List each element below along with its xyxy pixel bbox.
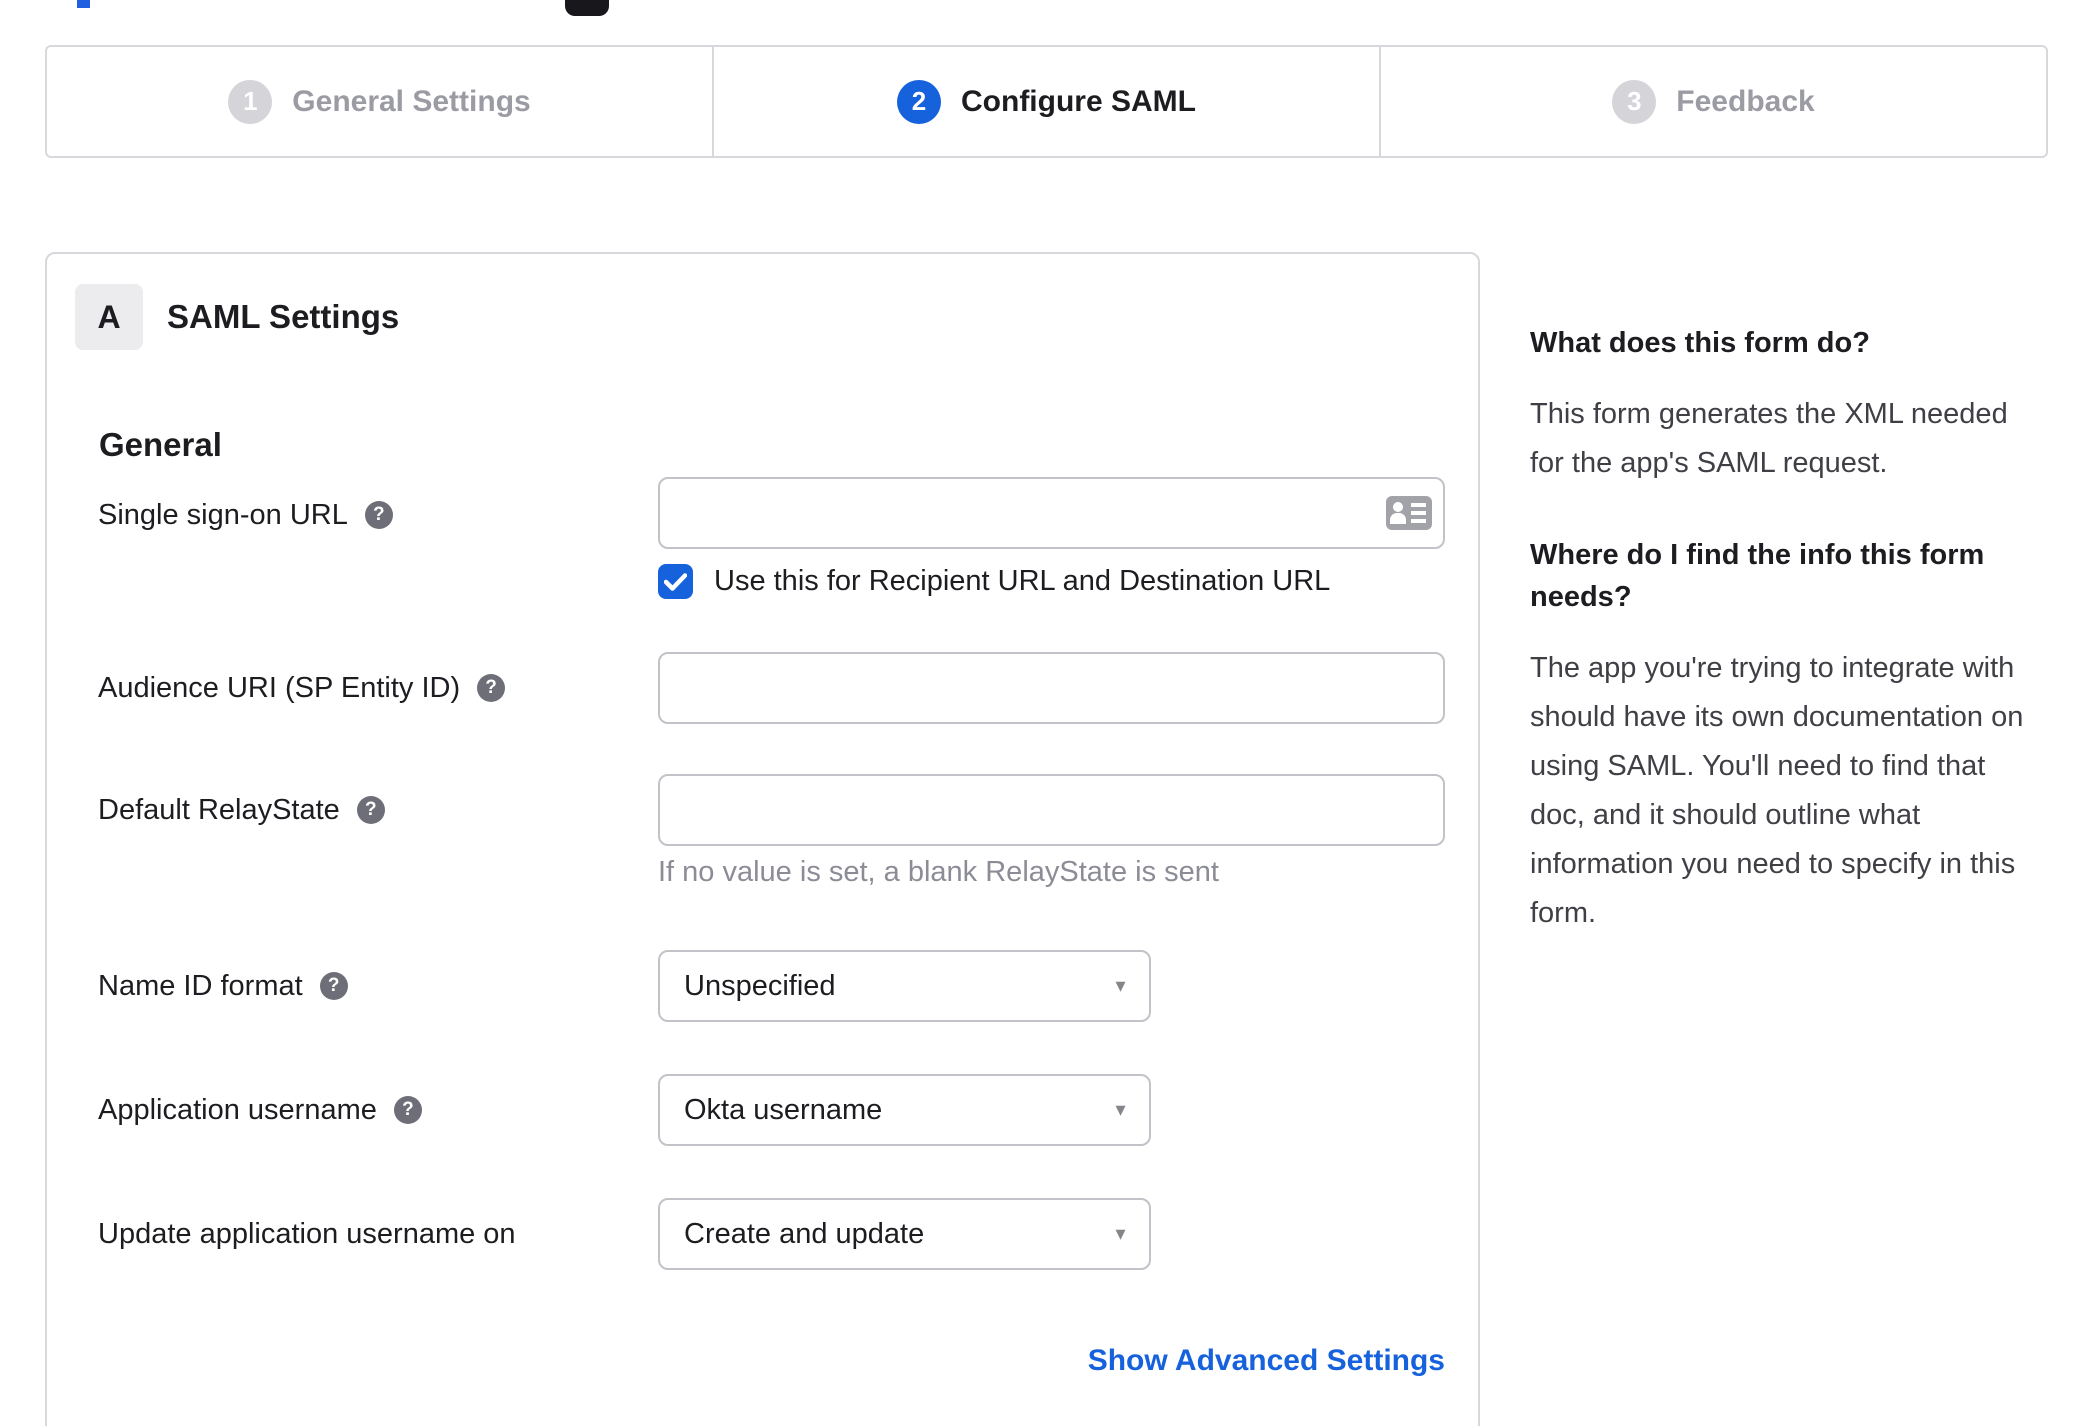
step-label: General Settings	[292, 84, 531, 118]
application-username-label: Application username ?	[98, 1088, 422, 1132]
field-label-text: Application username	[98, 1093, 377, 1126]
step-feedback[interactable]: 3 Feedback	[1379, 47, 2046, 156]
contact-card-icon[interactable]	[1386, 496, 1432, 530]
update-application-username-label: Update application username on	[98, 1212, 516, 1256]
help-sidebar: What does this form do? This form genera…	[1530, 322, 2044, 984]
contact-card-line	[1411, 519, 1426, 523]
use-for-recipient-label: Use this for Recipient URL and Destinati…	[714, 565, 1331, 597]
saml-settings-card: A SAML Settings General Single sign-on U…	[45, 252, 1480, 1426]
step-label: Configure SAML	[961, 84, 1196, 118]
contact-card-body	[1390, 513, 1406, 524]
section-a-badge: A	[75, 284, 143, 350]
chevron-down-icon: ▼	[1112, 1100, 1129, 1120]
checkmark-icon	[664, 572, 687, 591]
audience-uri-input[interactable]	[658, 652, 1445, 724]
update-application-username-select[interactable]: Create and update ▼	[658, 1198, 1151, 1270]
selected-value: Okta username	[684, 1093, 883, 1126]
field-label-text: Default RelayState	[98, 793, 340, 826]
field-label-text: Audience URI (SP Entity ID)	[98, 671, 461, 704]
clipped-header-fragment	[77, 0, 90, 8]
help-icon[interactable]: ?	[477, 674, 506, 702]
single-sign-on-url-input[interactable]	[658, 477, 1445, 549]
help-icon[interactable]: ?	[364, 501, 393, 529]
step-configure-saml[interactable]: 2 Configure SAML	[712, 47, 1379, 156]
field-label-text: Name ID format	[98, 969, 303, 1002]
step-number-badge: 2	[897, 79, 941, 124]
wizard-stepper: 1 General Settings 2 Configure SAML 3 Fe…	[45, 45, 2048, 158]
help-heading-where: Where do I find the info this form needs…	[1530, 539, 1985, 613]
step-number-badge: 3	[1612, 79, 1657, 124]
default-relaystate-input[interactable]	[658, 774, 1445, 846]
default-relaystate-label: Default RelayState ?	[98, 788, 385, 832]
general-section-heading: General	[99, 426, 222, 463]
help-heading-what: What does this form do?	[1530, 327, 1870, 359]
contact-card-head	[1393, 502, 1403, 512]
saml-wizard-page: 1 General Settings 2 Configure SAML 3 Fe…	[0, 0, 2092, 1426]
step-number-badge: 1	[228, 79, 273, 124]
clipped-app-logo-fragment	[565, 0, 609, 16]
field-label-text: Single sign-on URL	[98, 498, 348, 531]
chevron-down-icon: ▼	[1112, 1224, 1129, 1244]
help-icon[interactable]: ?	[319, 972, 348, 1000]
name-id-format-label: Name ID format ?	[98, 964, 348, 1008]
chevron-down-icon: ▼	[1112, 976, 1129, 996]
field-label-text: Update application username on	[98, 1217, 516, 1250]
card-title: SAML Settings	[167, 298, 400, 335]
show-advanced-settings-link[interactable]: Show Advanced Settings	[658, 1344, 1445, 1378]
name-id-format-select[interactable]: Unspecified ▼	[658, 950, 1151, 1022]
help-body-where: The app you're trying to integrate with …	[1530, 652, 2024, 929]
help-icon[interactable]: ?	[356, 796, 385, 824]
contact-card-line	[1411, 503, 1426, 507]
help-icon[interactable]: ?	[393, 1096, 422, 1124]
contact-card-line	[1411, 511, 1426, 515]
step-general-settings[interactable]: 1 General Settings	[47, 47, 712, 156]
single-sign-on-url-label: Single sign-on URL ?	[98, 493, 393, 537]
selected-value: Create and update	[684, 1217, 925, 1250]
use-for-recipient-checkbox[interactable]	[658, 564, 693, 599]
relaystate-hint: If no value is set, a blank RelayState i…	[658, 856, 1219, 888]
step-label: Feedback	[1676, 84, 1815, 118]
selected-value: Unspecified	[684, 969, 836, 1002]
application-username-select[interactable]: Okta username ▼	[658, 1074, 1151, 1146]
help-body-what: This form generates the XML needed for t…	[1530, 398, 2008, 479]
audience-uri-label: Audience URI (SP Entity ID) ?	[98, 666, 506, 710]
